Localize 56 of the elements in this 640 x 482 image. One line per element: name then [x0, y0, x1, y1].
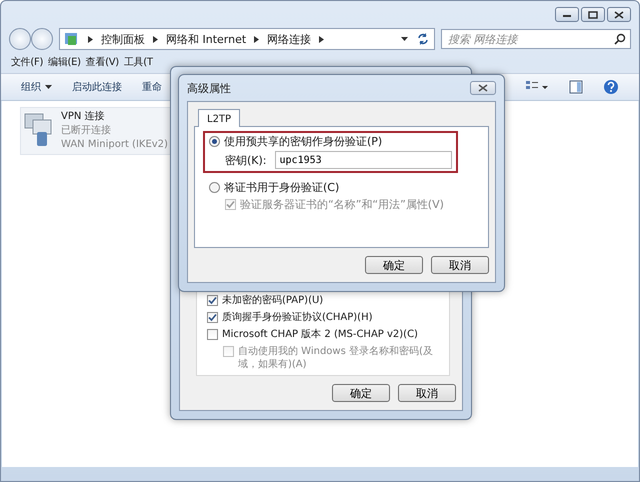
refresh-icon[interactable]	[416, 32, 430, 46]
checkbox-label: 验证服务器证书的“名称”和“用法”属性(V)	[240, 198, 444, 211]
checkbox-label: Microsoft CHAP 版本 2 (MS-CHAP v2)(C)	[222, 328, 418, 341]
back-button[interactable]	[9, 28, 31, 50]
control-panel-icon	[64, 31, 80, 47]
connection-name: VPN 连接	[61, 110, 106, 124]
toolbar-button[interactable]: 组织	[21, 80, 52, 94]
search-field[interactable]: 搜索 网络连接	[441, 29, 631, 49]
dialog-button[interactable]: 确定	[332, 384, 390, 402]
checkbox-label: 自动使用我的 Windows 登录名称和密码(及域，如果有)(A)	[238, 345, 434, 371]
chevron-icon	[319, 36, 324, 42]
toolbar-button[interactable]: 重命	[142, 80, 162, 94]
connection-item[interactable]: VPN 连接 已断开连接 WAN Miniport (IKEv2)	[20, 107, 172, 155]
menu-item[interactable]: 查看(V)	[86, 55, 119, 71]
preview-pane-icon[interactable]	[569, 80, 583, 94]
menu-item[interactable]: 工具(T	[124, 55, 153, 71]
checkbox-label: 未加密的密码(PAP)(U)	[222, 294, 324, 307]
toolbar-button[interactable]: 启动此连接	[72, 80, 122, 94]
breadcrumb-item[interactable]: 控制面板	[101, 32, 145, 46]
dialog-button[interactable]: 确定	[365, 256, 423, 274]
search-input[interactable]: 搜索 网络连接	[446, 32, 614, 46]
search-icon	[614, 33, 626, 45]
breadcrumb-item[interactable]: 网络连接	[267, 32, 312, 46]
menu-item[interactable]: 文件(F)	[11, 55, 44, 71]
checkbox[interactable]	[207, 312, 218, 323]
close-button[interactable]	[470, 81, 496, 95]
connection-device: WAN Miniport (IKEv2)	[61, 138, 168, 152]
radio-button[interactable]	[209, 182, 220, 193]
chevron-icon	[88, 36, 93, 42]
connection-status: 已断开连接	[61, 124, 112, 138]
minimize-button[interactable]	[555, 7, 579, 22]
forward-button[interactable]	[31, 28, 53, 50]
dialog-title: 高级属性	[187, 80, 231, 96]
checkbox[interactable]	[207, 295, 218, 306]
checkbox-label: 质询握手身份验证协议(CHAP)(H)	[222, 311, 372, 324]
tab[interactable]: L2TP	[198, 109, 240, 127]
radio-label: 使用预共享的密钥作身份验证(P)	[224, 135, 382, 148]
radio-button[interactable]	[209, 136, 220, 147]
chevron-icon	[153, 36, 158, 42]
dialog-button[interactable]: 取消	[398, 384, 456, 402]
chevron-icon	[254, 36, 260, 42]
radio-label: 将证书用于身份验证(C)	[224, 181, 340, 194]
dropdown-icon[interactable]	[401, 37, 408, 41]
dialog-button[interactable]: 取消	[431, 256, 489, 274]
maximize-icon	[588, 10, 598, 18]
close-icon	[614, 10, 624, 18]
checkbox[interactable]	[207, 329, 218, 340]
key-input-field[interactable]: upc1953	[274, 151, 452, 169]
help-icon[interactable]	[603, 79, 619, 95]
field-label: 密钥(K):	[225, 152, 267, 168]
close-icon	[478, 84, 488, 92]
address-bar[interactable]: 控制面板 网络和 Internet 网络连接	[59, 28, 435, 50]
breadcrumb-item[interactable]: 网络和 Internet	[166, 32, 246, 46]
close-button[interactable]	[607, 7, 631, 22]
maximize-button[interactable]	[581, 7, 605, 22]
menu-item[interactable]: 编辑(E)	[48, 55, 81, 71]
